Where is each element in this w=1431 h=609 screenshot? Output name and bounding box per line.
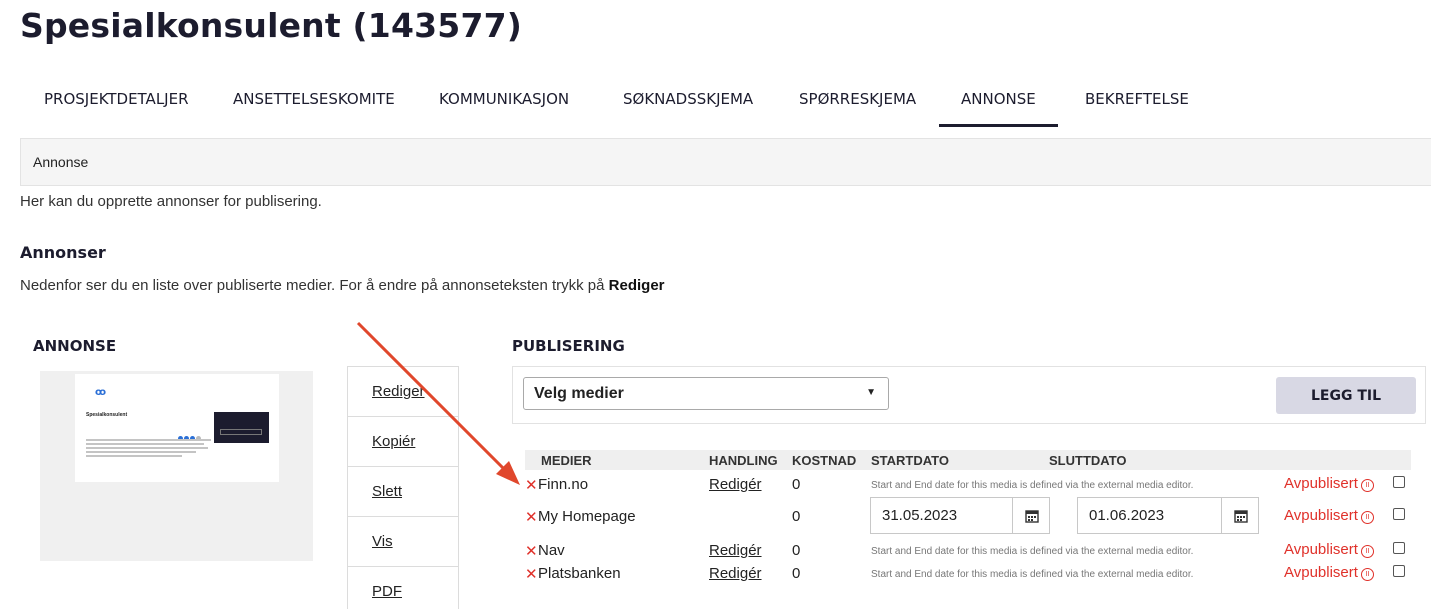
page-title: Spesialkonsulent (143577): [20, 6, 523, 45]
media-checkbox[interactable]: [1393, 508, 1405, 520]
col-sluttdato: SLUTTDATO: [1049, 453, 1127, 468]
ad-preview-title: Spesialkonsulent: [86, 412, 128, 418]
media-select-value: Velg medier: [534, 385, 624, 402]
pause-circle-icon: II: [1360, 568, 1374, 581]
media-edit-link[interactable]: Redigér: [709, 565, 762, 582]
pdf-link[interactable]: PDF: [372, 583, 402, 600]
tab-kommunikasjon[interactable]: KOMMUNIKASJON: [439, 90, 569, 128]
action-vis[interactable]: Vis: [348, 517, 458, 567]
tab-annonse[interactable]: ANNONSE: [939, 90, 1058, 128]
media-date-note: Start and End date for this media is def…: [871, 569, 1194, 580]
media-status-label: Avpublisert: [1284, 541, 1358, 558]
media-cost: 0: [792, 565, 801, 582]
pause-circle-icon: II: [1360, 511, 1374, 524]
end-date-value: 01.06.2023: [1089, 507, 1165, 524]
tab-sporreskjema[interactable]: SPØRRESKJEMA: [799, 90, 916, 128]
list-description-text: Nedenfor ser du en liste over publiserte…: [20, 277, 609, 294]
action-rediger[interactable]: Rediger: [348, 367, 458, 417]
brand-logo-icon: ꝏ: [95, 387, 107, 398]
ad-preview-apply-box: [214, 412, 269, 443]
annonser-heading: Annonser: [20, 243, 106, 262]
slett-link[interactable]: Slett: [372, 483, 402, 500]
list-description-bold: Rediger: [608, 277, 665, 294]
action-slett[interactable]: Slett: [348, 467, 458, 517]
pause-circle-icon: II: [1360, 479, 1374, 492]
start-date-input[interactable]: 31.05.2023: [870, 497, 1013, 534]
rediger-link[interactable]: Rediger: [372, 383, 425, 400]
section-bar: Annonse: [20, 138, 1431, 186]
pause-circle-icon: II: [1360, 545, 1374, 558]
media-status[interactable]: Avpublisert II: [1284, 475, 1374, 492]
calendar-icon: [1234, 510, 1248, 523]
tab-soknadsskjema[interactable]: SØKNADSSKJEMA: [623, 90, 753, 128]
tab-ansettelseskomite[interactable]: ANSETTELSESKOMITE: [233, 90, 395, 128]
media-cost: 0: [792, 542, 801, 559]
media-checkbox[interactable]: [1393, 476, 1405, 488]
vis-link[interactable]: Vis: [372, 533, 393, 550]
legg-til-button[interactable]: LEGG TIL: [1276, 377, 1416, 414]
start-date-value: 31.05.2023: [882, 507, 958, 524]
col-medier: MEDIER: [541, 453, 592, 468]
intro-text: Her kan du opprette annonser for publise…: [20, 193, 322, 210]
media-name: Finn.no: [538, 476, 589, 493]
ad-actions: Rediger Kopiér Slett Vis PDF: [347, 366, 459, 609]
calendar-icon: [1025, 510, 1039, 523]
media-status-label: Avpublisert: [1284, 564, 1358, 581]
media-date-note: Start and End date for this media is def…: [871, 546, 1194, 557]
media-cost: 0: [792, 508, 801, 525]
action-pdf[interactable]: PDF: [348, 567, 458, 609]
media-name: Nav: [538, 542, 565, 559]
media-checkbox[interactable]: [1393, 542, 1405, 554]
tab-bekreftelse[interactable]: BEKREFTELSE: [1085, 90, 1189, 128]
start-date-calendar-button[interactable]: [1012, 497, 1050, 534]
media-status[interactable]: Avpublisert II: [1284, 564, 1374, 581]
action-kopier[interactable]: Kopiér: [348, 417, 458, 467]
remove-media-icon[interactable]: ✕: [525, 565, 538, 583]
caret-down-icon: ▼: [866, 387, 876, 398]
annonse-heading: ANNONSE: [33, 337, 117, 355]
media-row-platsbanken: ✕ Platsbanken Redigér 0 Start and End da…: [525, 564, 1411, 584]
media-edit-link[interactable]: Redigér: [709, 542, 762, 559]
tab-prosjektdetaljer[interactable]: PROSJEKTDETALJER: [44, 90, 189, 128]
remove-media-icon[interactable]: ✕: [525, 476, 538, 494]
media-edit-link[interactable]: Redigér: [709, 476, 762, 493]
media-name: My Homepage: [538, 508, 636, 525]
col-handling: HANDLING: [709, 453, 778, 468]
media-name: Platsbanken: [538, 565, 621, 582]
media-status-label: Avpublisert: [1284, 475, 1358, 492]
tab-bar: PROSJEKTDETALJER ANSETTELSESKOMITE KOMMU…: [20, 90, 1431, 130]
end-date-input[interactable]: 01.06.2023: [1077, 497, 1222, 534]
ad-preview-card: ꝏ Spesialkonsulent: [75, 374, 279, 482]
col-kostnad: KOSTNAD: [792, 453, 857, 468]
media-cost: 0: [792, 476, 801, 493]
media-row-nav: ✕ Nav Redigér 0 Start and End date for t…: [525, 541, 1411, 561]
media-date-note: Start and End date for this media is def…: [871, 480, 1194, 491]
publish-controls: Velg medier ▼ LEGG TIL: [512, 366, 1426, 424]
media-status[interactable]: Avpublisert II: [1284, 507, 1374, 524]
section-bar-label: Annonse: [33, 154, 89, 170]
media-table-header: MEDIER HANDLING KOSTNAD STARTDATO SLUTTD…: [525, 450, 1411, 470]
media-status[interactable]: Avpublisert II: [1284, 541, 1374, 558]
ad-preview-body-lines: [86, 439, 211, 459]
col-startdato: STARTDATO: [871, 453, 949, 468]
remove-media-icon[interactable]: ✕: [525, 508, 538, 526]
media-select[interactable]: Velg medier ▼: [523, 377, 889, 410]
remove-media-icon[interactable]: ✕: [525, 542, 538, 560]
publisering-heading: PUBLISERING: [512, 337, 625, 355]
social-share-icons: [178, 428, 206, 441]
end-date-calendar-button[interactable]: [1221, 497, 1259, 534]
media-row-finn: ✕ Finn.no Redigér 0 Start and End date f…: [525, 475, 1411, 495]
list-description: Nedenfor ser du en liste over publiserte…: [20, 277, 665, 294]
media-row-my-homepage: ✕ My Homepage 0 31.05.2023 01.06.2023 Av…: [525, 497, 1411, 537]
ad-preview: ꝏ Spesialkonsulent: [40, 371, 313, 561]
kopier-link[interactable]: Kopiér: [372, 433, 415, 450]
media-checkbox[interactable]: [1393, 565, 1405, 577]
media-status-label: Avpublisert: [1284, 507, 1358, 524]
